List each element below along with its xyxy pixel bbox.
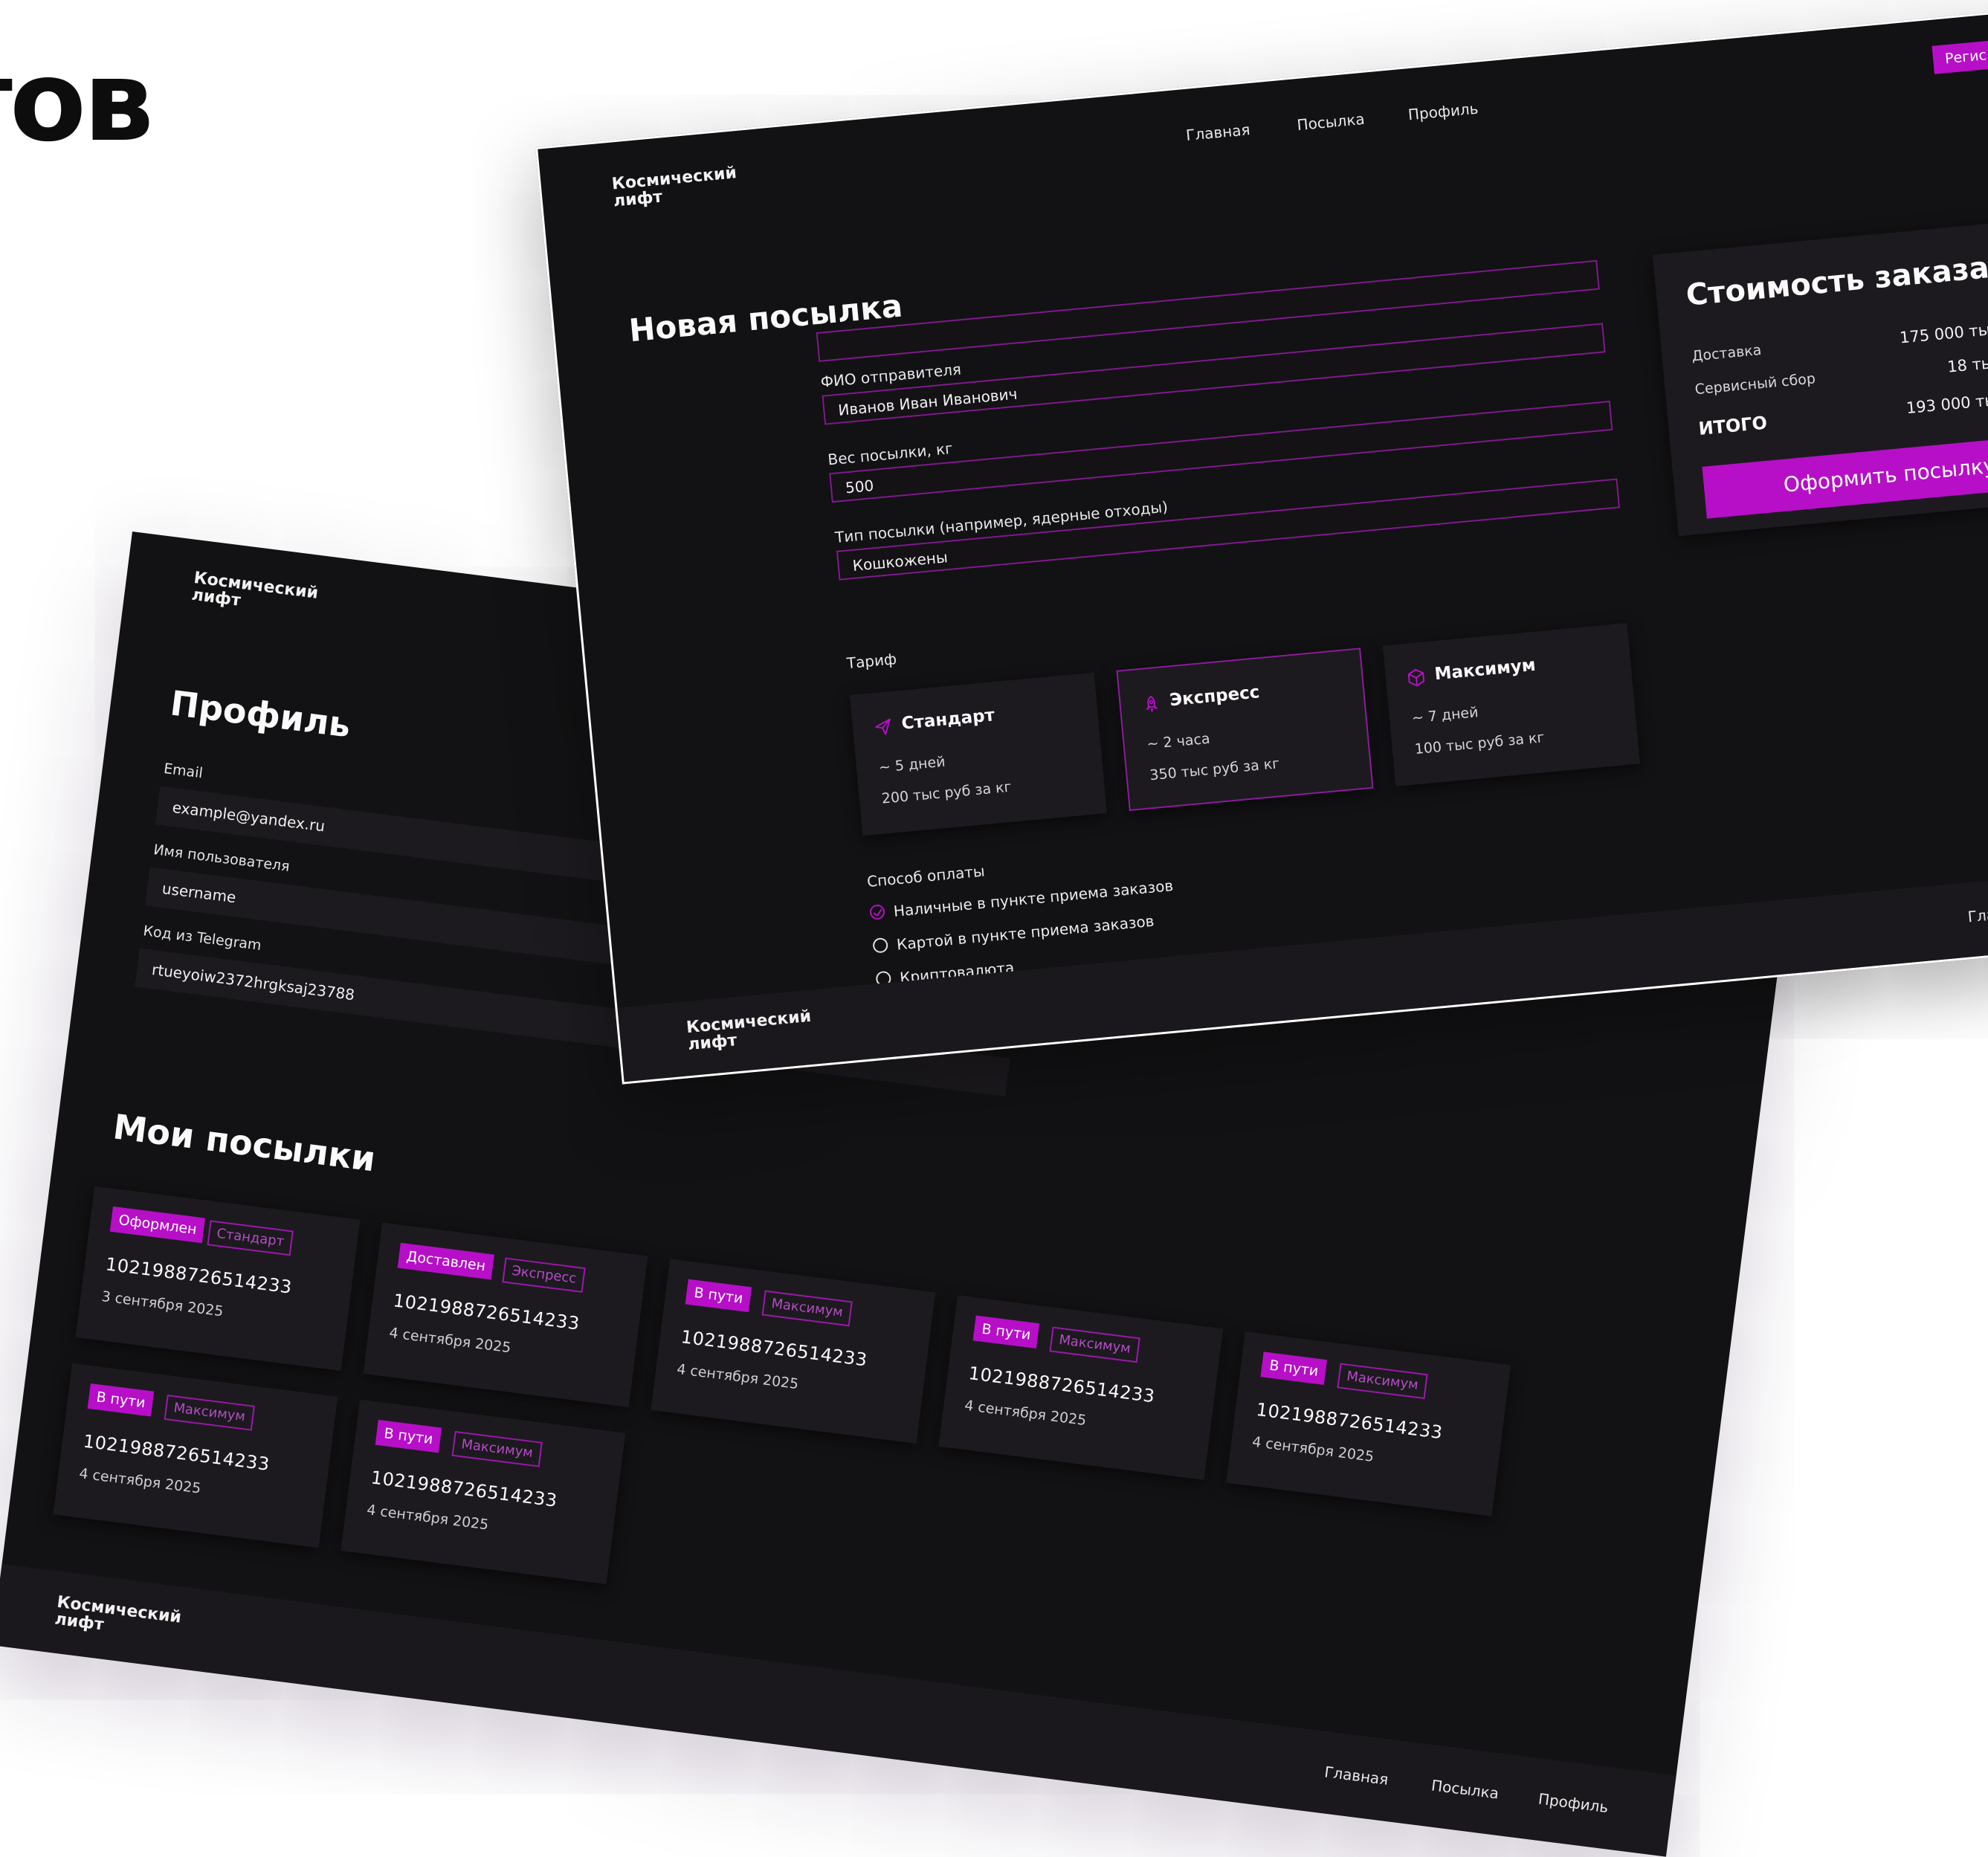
logo[interactable]: Космический лифт — [611, 164, 739, 210]
page-headline-fragment: тов — [0, 37, 154, 167]
delivery-value: 175 000 тыс руб — [1899, 317, 1988, 347]
tariff-card-express[interactable]: Экспресс ~ 2 часа 350 тыс руб за кг — [1116, 647, 1374, 812]
parcel-number: 1021988726514233 — [104, 1253, 294, 1298]
footer-logo[interactable]: Космический лифт — [685, 1007, 813, 1054]
status-badge: В пути — [1260, 1351, 1328, 1385]
tariff-time: ~ 2 часа — [1146, 730, 1211, 753]
parcel-date: 4 сентября 2025 — [1251, 1433, 1375, 1466]
summary-total-row: ИТОГО 193 000 тыс руб — [1697, 387, 1988, 439]
parcel-card[interactable]: В пути Максимум 1021988726514233 4 сентя… — [53, 1363, 338, 1548]
parcel-number: 1021988726514233 — [680, 1326, 869, 1371]
tariff-card-standard[interactable]: Стандарт ~ 5 дней 200 тыс руб за кг — [849, 672, 1108, 836]
status-badge: Оформлен — [109, 1206, 206, 1244]
parcel-date: 4 сентября 2025 — [676, 1360, 800, 1393]
nav-link-parcel[interactable]: Посылка — [1297, 110, 1366, 134]
fee-label: Сервисный сбор — [1694, 370, 1816, 398]
tariff-price: 350 тыс руб за кг — [1149, 755, 1281, 784]
footer-link-home[interactable]: Главная — [1323, 1763, 1390, 1789]
tariff-badge: Стандарт — [207, 1220, 294, 1256]
footer-link-home[interactable]: Главная — [1967, 902, 1988, 926]
tariff-name: Экспресс — [1169, 682, 1261, 711]
nav-link-home[interactable]: Главная — [1185, 120, 1250, 144]
telegram-code-label: Код из Telegram — [142, 923, 262, 955]
parcel-date: 4 сентября 2025 — [366, 1502, 490, 1534]
tariff-name: Максимум — [1433, 655, 1537, 685]
tariff-badge: Максимум — [451, 1430, 543, 1467]
total-value: 193 000 тыс руб — [1905, 387, 1988, 418]
footer-link-parcel[interactable]: Посылка — [1430, 1776, 1500, 1802]
radio-icon[interactable] — [872, 937, 889, 954]
parcel-card[interactable]: В пути Максимум 1021988726514233 4 сентя… — [341, 1399, 626, 1585]
parcel-number: 1021988726514233 — [369, 1467, 559, 1511]
parcel-date: 4 сентября 2025 — [388, 1324, 512, 1357]
order-summary: Стоимость заказа Доставка 175 000 тыс ру… — [1652, 219, 1988, 537]
summary-delivery-row: Доставка 175 000 тыс руб — [1691, 317, 1988, 364]
parcel-card[interactable]: Оформлен Стандарт 1021988726514233 3 сен… — [75, 1186, 361, 1372]
email-label: Email — [162, 760, 204, 782]
status-badge: В пути — [685, 1279, 752, 1313]
footer-logo[interactable]: Космический лифт — [54, 1593, 182, 1644]
status-badge: В пути — [87, 1383, 155, 1417]
tariff-time: ~ 7 дней — [1411, 704, 1479, 727]
parcel-date: 4 сентября 2025 — [964, 1397, 1088, 1430]
status-badge: Доставлен — [397, 1242, 495, 1280]
parcel-card[interactable]: В пути Максимум 1021988726514233 4 сентя… — [938, 1295, 1224, 1480]
parcel-number: 1021988726514233 — [392, 1290, 581, 1334]
parcel-number: 1021988726514233 — [967, 1363, 1157, 1407]
fee-value: 18 тыс руб — [1946, 350, 1988, 376]
box-icon — [1407, 668, 1425, 687]
parcel-card[interactable]: В пути Максимум 1021988726514233 4 сентя… — [1226, 1331, 1511, 1517]
radio-checked-icon[interactable] — [869, 904, 885, 920]
tariff-badge: Максимум — [761, 1290, 853, 1327]
tariff-name: Стандарт — [900, 705, 995, 734]
payment-option-card[interactable]: Картой в пункте приема заказов — [872, 912, 1155, 958]
logo[interactable]: Космический лифт — [190, 569, 319, 619]
tariff-price: 200 тыс руб за кг — [880, 778, 1013, 807]
tariff-badge: Максимум — [1337, 1363, 1428, 1400]
status-badge: В пути — [972, 1315, 1040, 1349]
submit-order-button[interactable]: Оформить посылку — [1702, 432, 1988, 519]
page-title: Профиль — [168, 682, 353, 746]
paper-plane-icon — [875, 718, 891, 735]
tariff-label: Тариф — [845, 650, 898, 673]
rocket-icon — [1146, 695, 1158, 713]
delivery-label: Доставка — [1691, 341, 1763, 365]
tariff-badge: Экспресс — [502, 1257, 587, 1294]
tariff-price: 100 тыс руб за кг — [1413, 729, 1546, 758]
footer-link-profile[interactable]: Профиль — [1537, 1790, 1610, 1817]
parcel-date: 4 сентября 2025 — [78, 1465, 202, 1497]
parcel-card[interactable]: В пути Максимум 1021988726514233 4 сентя… — [651, 1259, 936, 1444]
parcel-number: 1021988726514233 — [82, 1430, 271, 1475]
register-button[interactable]: Регис — [1931, 37, 1988, 74]
parcel-number: 1021988726514233 — [1255, 1398, 1445, 1444]
nav-link-profile[interactable]: Профиль — [1407, 100, 1479, 124]
tariff-badge: Максимум — [164, 1395, 255, 1431]
total-label: ИТОГО — [1697, 412, 1769, 440]
summary-title: Стоимость заказа — [1684, 251, 1988, 313]
tariff-time: ~ 5 дней — [878, 753, 946, 776]
tariff-badge: Максимум — [1049, 1326, 1140, 1363]
parcel-card[interactable]: Доставлен Экспресс 1021988726514233 4 се… — [363, 1222, 648, 1407]
payment-option-cash[interactable]: Наличные в пункте приема заказов — [869, 876, 1174, 925]
status-badge: В пути — [375, 1419, 442, 1453]
parcel-date: 3 сентября 2025 — [100, 1288, 225, 1320]
my-parcels-title: Мои посылки — [111, 1106, 378, 1180]
payment-label: Способ оплаты — [866, 862, 986, 891]
footer: Космический лифт Главная Посылка Профиль — [0, 1563, 1676, 1857]
tariff-card-maximum[interactable]: Максимум ~ 7 дней 100 тыс руб за кг — [1382, 623, 1640, 787]
new-parcel-screen: Космический лифт Главная Посылка Профиль… — [535, 9, 1988, 1085]
